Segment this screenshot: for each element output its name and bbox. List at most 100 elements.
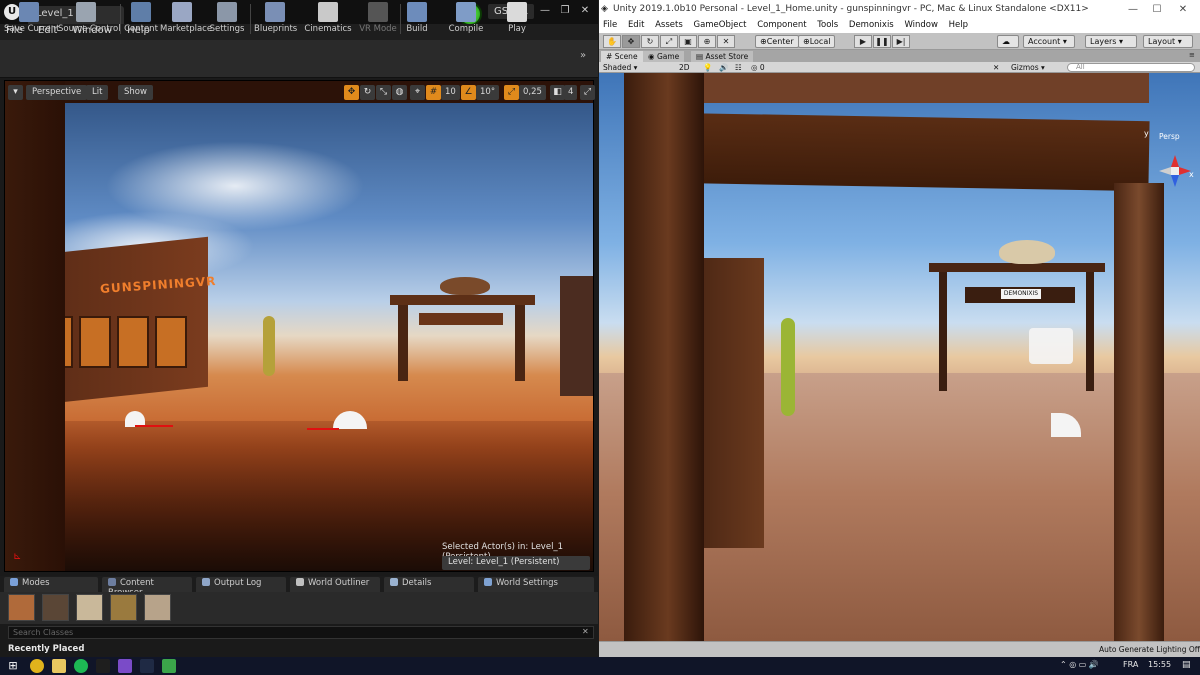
file-explorer-icon[interactable] [52,659,66,673]
pivot-local-button[interactable]: ⊕Local [798,35,836,48]
tools-icon[interactable]: ✕ [993,62,999,73]
maximize-viewport-icon[interactable]: ⤢ [580,85,595,100]
current-level-label[interactable]: Level: Level_1 (Persistent) [442,556,590,570]
tab-details[interactable]: Details [384,577,474,592]
lit-button[interactable]: Lit [86,85,109,100]
layout-dropdown[interactable]: Layout ▾ [1143,35,1193,48]
grid-snap-icon[interactable]: # [426,85,441,100]
rotation-snap-value[interactable]: 10° [476,85,500,100]
step-icon[interactable]: ▶| [892,35,910,48]
effects-toggle-icon[interactable]: ☷ [735,62,742,73]
menu-file[interactable]: File [599,20,621,30]
foliage-mode-icon[interactable] [110,594,137,621]
rotate-tool-icon[interactable]: ↻ [360,85,375,100]
landscape-mode-icon[interactable] [76,594,103,621]
tab-world-settings[interactable]: World Settings [478,577,594,592]
vr-mode-button[interactable]: VR Mode [358,2,398,36]
taskbar-clock[interactable]: 15:55 [1148,660,1171,669]
tab-world-outliner[interactable]: World Outliner [290,577,380,592]
layers-dropdown[interactable]: Layers ▾ [1085,35,1137,48]
unity-scene-view[interactable]: DEMONIXIS y x [599,73,1200,641]
menu-tools[interactable]: Tools [813,20,842,30]
rect-tool-icon[interactable]: ▣ [679,35,697,48]
menu-component[interactable]: Component [753,20,810,30]
camera-speed-icon[interactable]: ◧ [550,85,565,100]
camera-speed-value[interactable]: 4 [564,85,578,100]
compile-button[interactable]: Compile [446,2,486,36]
translate-tool-icon[interactable]: ✥ [344,85,359,100]
windows-start-icon[interactable]: ⊞ [6,659,20,673]
unreal-taskbar-icon[interactable] [140,659,154,673]
blueprints-button[interactable]: Blueprints [254,2,297,36]
shading-mode-dropdown[interactable]: Shaded ▾ [603,62,637,73]
surface-snap-icon[interactable]: ⌖ [410,85,425,100]
cinematics-button[interactable]: Cinematics [304,2,352,36]
gizmo-z-cone[interactable] [1171,175,1179,187]
content-button[interactable]: Content [124,2,158,36]
gizmo-center[interactable] [1171,167,1179,175]
source-control-button[interactable]: Source Control [58,2,121,36]
scale-snap-value[interactable]: 0,25 [519,85,546,100]
language-indicator[interactable]: FRA [1123,660,1138,669]
tab-asset-store[interactable]: ▤ Asset Store [691,51,754,62]
geometry-mode-icon[interactable] [144,594,171,621]
close-icon[interactable]: ✕ [576,3,594,19]
maximize-icon[interactable]: ☐ [1145,2,1169,18]
gizmo-neg-x-cone[interactable] [1159,167,1171,175]
world-space-icon[interactable]: ◍ [392,85,407,100]
toolbar-overflow-icon[interactable]: » [580,50,586,61]
menu-edit[interactable]: Edit [624,20,648,30]
hidden-objects-icon[interactable]: ◎ 0 [751,62,765,73]
pivot-center-button[interactable]: ⊕Center [755,35,799,48]
menu-help[interactable]: Help [945,20,972,30]
tab-output-log[interactable]: Output Log [196,577,286,592]
audio-toggle-icon[interactable]: 🔊 [719,62,728,73]
panel-menu-icon[interactable]: ≡ [1189,51,1195,59]
rotation-snap-icon[interactable]: ∠ [461,85,476,100]
tab-game[interactable]: ◉ Game [643,51,685,62]
menu-demonixis[interactable]: Demonixis [845,20,898,30]
excel-icon[interactable] [162,659,176,673]
menu-assets[interactable]: Assets [651,20,687,30]
save-current-button[interactable]: Save Current [4,2,60,36]
spotify-icon[interactable] [74,659,88,673]
play-icon[interactable]: ▶ [854,35,872,48]
pause-icon[interactable]: ❚❚ [873,35,891,48]
account-dropdown[interactable]: Account ▾ [1023,35,1075,48]
menu-window[interactable]: Window [900,20,942,30]
custom-tool-icon[interactable]: ✕ [717,35,735,48]
transform-arrow[interactable] [307,428,339,430]
transform-arrow[interactable] [135,425,173,427]
settings-button[interactable]: Settings [208,2,246,36]
chrome-icon[interactable] [30,659,44,673]
maximize-icon[interactable]: ❐ [556,3,574,19]
lighting-toggle-icon[interactable]: 💡 [703,62,712,73]
minimize-icon[interactable]: — [1121,2,1145,18]
search-classes-input[interactable]: Search Classes [8,626,594,639]
ue-viewport[interactable]: GUNSPININGVR ⊾ [4,80,594,572]
scale-snap-icon[interactable]: ⤢ [504,85,519,100]
paint-mode-icon[interactable] [42,594,69,621]
mode-2d-toggle[interactable]: 2D [679,62,690,73]
tab-modes[interactable]: Modes [4,577,98,592]
perspective-button[interactable]: Perspective [26,85,88,100]
marketplace-button[interactable]: Marketplace [160,2,212,36]
tab-content-browser[interactable]: Content Browser [102,577,192,598]
build-button[interactable]: Build [404,2,430,36]
transform-tool-icon[interactable]: ⊕ [698,35,716,48]
hand-tool-icon[interactable]: ✋ [603,35,621,48]
scale-tool-icon[interactable]: ⤢ [660,35,678,48]
move-tool-icon[interactable]: ✥ [622,35,640,48]
place-mode-icon[interactable] [8,594,35,621]
projection-label[interactable]: Persp [1159,132,1180,141]
notifications-icon[interactable]: ▤ [1182,660,1191,670]
actor-gizmo[interactable] [333,411,367,429]
tab-scene[interactable]: # Scene [601,51,643,62]
close-icon[interactable]: ✕ [1171,2,1195,18]
minimize-icon[interactable]: — [536,3,554,19]
gizmos-dropdown[interactable]: Gizmos ▾ [1011,62,1045,73]
unity-hub-icon[interactable] [96,659,110,673]
show-button[interactable]: Show [118,85,153,100]
clear-search-icon[interactable]: ✕ [582,627,589,636]
recently-placed-category[interactable]: Recently Placed [8,644,84,654]
